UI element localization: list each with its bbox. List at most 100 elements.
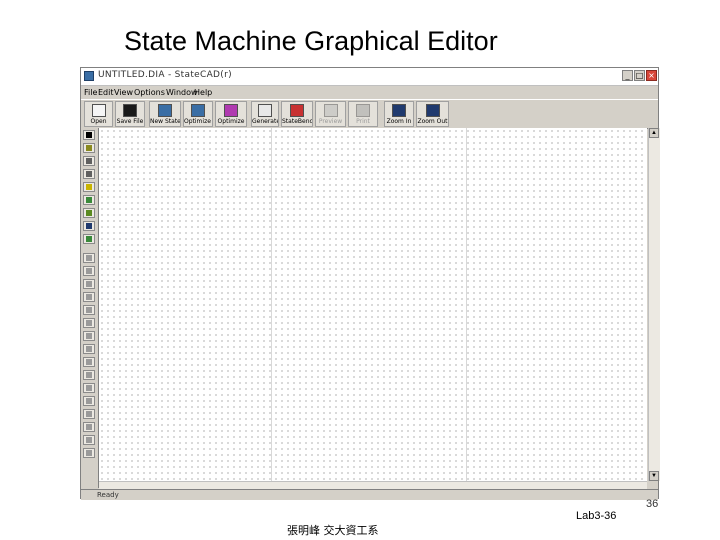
palette-tool-17-button[interactable] [83, 344, 95, 354]
toolbar-button-label: Print [356, 118, 370, 125]
minimize-button[interactable]: _ [622, 70, 633, 81]
palette-tool-22-button[interactable] [83, 409, 95, 419]
state-icon [86, 145, 92, 151]
zoom-out-button[interactable]: Zoom Out [416, 101, 449, 127]
tool-15-icon [86, 320, 92, 326]
palette-tool-20-button[interactable] [83, 383, 95, 393]
tool-18-icon [86, 359, 92, 365]
statecad-window[interactable]: UNTITLED.DIA - StateCAD(r) _ □ × File Edi… [80, 67, 660, 500]
window-titlebar[interactable]: UNTITLED.DIA - StateCAD(r) _ □ × [81, 68, 658, 86]
machine-icon [86, 223, 92, 229]
palette-machine-button[interactable] [83, 221, 95, 231]
scroll-down-button[interactable]: ▼ [649, 471, 659, 481]
palette-output-button[interactable] [83, 208, 95, 218]
zoom-in-button[interactable]: Zoom In [384, 101, 414, 127]
toolbar-button-label: Save File [116, 118, 144, 125]
tool-19-icon [86, 372, 92, 378]
scroll-up-button[interactable]: ▲ [649, 128, 659, 138]
tool-23-icon [86, 424, 92, 430]
page-boundary-line [466, 128, 467, 481]
save-file-button[interactable]: Save File [115, 101, 145, 127]
transition-icon [86, 158, 92, 164]
palette-tool-14-button[interactable] [83, 305, 95, 315]
footer-lab-number: Lab3-36 [576, 510, 617, 522]
tool-11-icon [86, 268, 92, 274]
close-button[interactable]: × [646, 70, 657, 81]
open-button[interactable]: Open [84, 101, 113, 127]
tool-10-icon [86, 255, 92, 261]
tool-12-icon [86, 281, 92, 287]
palette-tool-23-button[interactable] [83, 422, 95, 432]
palette-tool-25-button[interactable] [83, 448, 95, 458]
app-icon [84, 71, 94, 81]
tool-17-icon [86, 346, 92, 352]
toolbar-button-label: Optimize Logic [184, 118, 212, 125]
palette-tool-24-button[interactable] [83, 435, 95, 445]
toolbar-button-label: Optimize [217, 118, 245, 125]
zoom-out-icon [425, 104, 440, 117]
generate-hdl-icon [258, 104, 272, 117]
open-file-icon [91, 104, 106, 117]
palette-pointer-button[interactable] [83, 130, 95, 140]
status-text: Ready [97, 491, 119, 499]
reset-icon [86, 197, 92, 203]
generate-hdl-button[interactable]: Generate HDL [251, 101, 279, 127]
printer-icon [356, 104, 370, 117]
input-icon [86, 236, 92, 242]
diagram-canvas[interactable] [99, 128, 647, 481]
toolbar-button-label: Preview [318, 118, 343, 125]
new-state-machine-icon [158, 104, 172, 117]
tool-25-icon [86, 450, 92, 456]
vertical-scrollbar[interactable]: ▲ ▼ [648, 128, 660, 481]
palette-tool-15-button[interactable] [83, 318, 95, 328]
palette-transition-button[interactable] [83, 156, 95, 166]
tool-14-icon [86, 307, 92, 313]
tool-20-icon [86, 385, 92, 391]
tool-16-icon [86, 333, 92, 339]
maximize-button[interactable]: □ [634, 70, 645, 81]
optimize-button[interactable]: Optimize [215, 101, 247, 127]
preview-button[interactable]: Preview [315, 101, 346, 127]
tool-13-icon [86, 294, 92, 300]
palette-input-button[interactable] [83, 234, 95, 244]
toolbar-button-label: Zoom Out [417, 118, 448, 125]
tool-21-icon [86, 398, 92, 404]
tool-palette [81, 128, 99, 488]
palette-state-button[interactable] [83, 143, 95, 153]
optimize-logic-button[interactable]: Optimize Logic [183, 101, 213, 127]
menu-edit[interactable]: Edit [98, 88, 114, 97]
optimize-logic-icon [191, 104, 205, 117]
menu-window[interactable]: Window [166, 88, 198, 97]
palette-reset-button[interactable] [83, 195, 95, 205]
palette-tool-19-button[interactable] [83, 370, 95, 380]
palette-text-box-button[interactable] [83, 182, 95, 192]
save-disk-icon [123, 104, 137, 117]
palette-tool-10-button[interactable] [83, 253, 95, 263]
palette-tool-18-button[interactable] [83, 357, 95, 367]
statebench-button[interactable]: StateBench [281, 101, 313, 127]
print-preview-icon [323, 104, 338, 117]
page-boundary-line [271, 128, 272, 481]
menu-file[interactable]: File [84, 88, 97, 97]
palette-tool-16-button[interactable] [83, 331, 95, 341]
tool-22-icon [86, 411, 92, 417]
palette-dotted-transition-button[interactable] [83, 169, 95, 179]
status-bar: Ready [81, 489, 658, 500]
toolbar-button-label: Zoom In [386, 118, 412, 125]
palette-tool-13-button[interactable] [83, 292, 95, 302]
palette-tool-11-button[interactable] [83, 266, 95, 276]
window-title: UNTITLED.DIA - StateCAD(r) [98, 70, 232, 80]
text-box-icon [86, 184, 92, 190]
menu-help[interactable]: Help [194, 88, 212, 97]
output-icon [86, 210, 92, 216]
menu-view[interactable]: View [114, 88, 133, 97]
print-button[interactable]: Print [348, 101, 378, 127]
toolbar-button-label: New State Machine [150, 118, 180, 125]
menu-options[interactable]: Options [134, 88, 165, 97]
pointer-icon [86, 132, 92, 138]
new-state-machine-button[interactable]: New State Machine [149, 101, 181, 127]
palette-tool-12-button[interactable] [83, 279, 95, 289]
zoom-in-icon [392, 104, 406, 117]
toolbar-button-label: StateBench [282, 118, 312, 125]
palette-tool-21-button[interactable] [83, 396, 95, 406]
